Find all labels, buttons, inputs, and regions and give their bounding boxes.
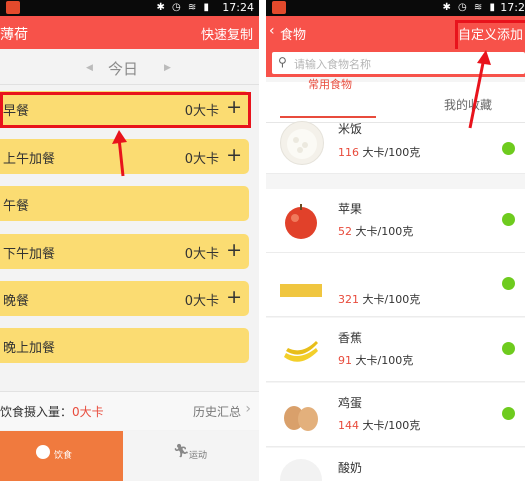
day-navigator: ◀ 今日 ▶ bbox=[0, 55, 259, 81]
food-name: 酸奶 bbox=[338, 461, 363, 475]
food-name: 鸡蛋 bbox=[338, 396, 363, 410]
food-kcal-number: 116 bbox=[338, 146, 359, 159]
pointer-arrow-icon bbox=[112, 130, 127, 177]
food-kcal-number: 91 bbox=[338, 354, 352, 367]
food-title: 食物 bbox=[280, 28, 307, 43]
back-icon[interactable]: ‹ bbox=[269, 23, 275, 39]
left-screen: ✱ ◷ ≋ ▮ 17:24 薄荷 快速复制 ◀ 今日 ▶ 早餐 0大卡 + 上午… bbox=[0, 0, 259, 481]
food-kcal-unit: 大卡/100克 bbox=[352, 225, 414, 238]
meal-calories: 0大卡 bbox=[184, 152, 219, 167]
food-item-apple[interactable]: 苹果 52 大卡/100克 bbox=[266, 189, 525, 253]
yogurt-image bbox=[280, 459, 322, 481]
apple-image bbox=[280, 200, 322, 242]
divider bbox=[0, 84, 259, 85]
app-title: 薄荷 bbox=[0, 27, 28, 43]
search-placeholder: 请输入食物名称 bbox=[294, 58, 371, 71]
food-image bbox=[280, 283, 322, 297]
food-item-banana[interactable]: 香蕉 91 大卡/100克 bbox=[266, 318, 525, 382]
food-kcal-number: 52 bbox=[338, 225, 352, 238]
highlight-box bbox=[0, 92, 251, 128]
status-bar: ✱ ◷ ≋ ▮ 17:24 bbox=[0, 0, 259, 16]
food-calories: 144 大卡/100克 bbox=[338, 417, 420, 433]
right-screen: ✱ ◷ ≋ ▮ 17:2 ‹ 食物 自定义添加 ⚲ 请输入食物名称 常用食物 我… bbox=[266, 0, 525, 481]
meal-row-dinner[interactable]: 晚餐 0大卡 + bbox=[0, 281, 249, 316]
meal-name: 午餐 bbox=[3, 199, 30, 214]
chevron-right-icon[interactable]: › bbox=[245, 401, 251, 417]
diet-icon bbox=[36, 445, 50, 459]
tab-diet[interactable]: 饮食 bbox=[0, 431, 123, 481]
food-kcal-unit: 大卡/100克 bbox=[352, 354, 414, 367]
meal-name: 下午加餐 bbox=[3, 247, 56, 262]
day-label: 今日 bbox=[108, 60, 139, 78]
intake-label: 饮食摄入量：0大卡 bbox=[0, 403, 104, 420]
tab-sport[interactable]: 🏃︎ 运动 bbox=[123, 431, 259, 481]
food-kcal-number: 144 bbox=[338, 419, 359, 432]
food-kcal-unit: 大卡/100克 bbox=[359, 146, 421, 159]
food-calories: 91 大卡/100克 bbox=[338, 352, 413, 368]
intake-label-text: 饮食摄入量： bbox=[0, 405, 73, 419]
active-tab-indicator bbox=[280, 116, 376, 118]
add-food-icon[interactable]: + bbox=[226, 238, 242, 262]
add-dot-icon[interactable] bbox=[502, 142, 515, 155]
status-bar: ✱ ◷ ≋ ▮ 17:2 bbox=[266, 0, 525, 16]
intake-summary: 饮食摄入量：0大卡 历史汇总 › bbox=[0, 391, 259, 430]
food-calories: 321 大卡/100克 bbox=[338, 291, 420, 307]
banana-image bbox=[280, 329, 322, 371]
food-calories: 116 大卡/100克 bbox=[338, 144, 420, 160]
history-summary-link[interactable]: 历史汇总 bbox=[193, 403, 241, 420]
meal-name: 上午加餐 bbox=[3, 152, 56, 167]
prev-day-icon[interactable]: ◀ bbox=[86, 63, 93, 73]
tab-common-foods[interactable]: 常用食物 bbox=[308, 76, 352, 92]
pointer-arrow-icon bbox=[468, 50, 491, 129]
meal-name: 晚上加餐 bbox=[3, 341, 56, 356]
add-food-icon[interactable]: + bbox=[226, 143, 242, 167]
food-kcal-number: 321 bbox=[338, 293, 359, 306]
tab-sport-label: 运动 bbox=[189, 451, 208, 461]
status-icons: ✱ ◷ ≋ ▮ bbox=[442, 2, 497, 13]
food-kcal-unit: 大卡/100克 bbox=[359, 419, 421, 432]
food-item-egg[interactable]: 鸡蛋 144 大卡/100克 bbox=[266, 383, 525, 447]
add-dot-icon[interactable] bbox=[502, 277, 515, 290]
next-day-icon[interactable]: ▶ bbox=[164, 63, 171, 73]
app-header: 薄荷 快速复制 bbox=[0, 16, 259, 49]
status-time: 17:24 bbox=[222, 1, 254, 14]
tab-diet-label: 饮食 bbox=[54, 451, 73, 461]
meal-row-night-snack[interactable]: 晚上加餐 bbox=[0, 328, 249, 363]
add-dot-icon[interactable] bbox=[502, 213, 515, 226]
meal-name: 晚餐 bbox=[3, 294, 30, 309]
quick-copy-button[interactable]: 快速复制 bbox=[201, 24, 253, 43]
food-name: 香蕉 bbox=[338, 331, 363, 345]
running-icon: 🏃︎ bbox=[173, 444, 190, 459]
meal-calories: 0大卡 bbox=[184, 294, 219, 309]
meal-calories: 0大卡 bbox=[184, 247, 219, 262]
app-notification-icon bbox=[272, 1, 286, 14]
search-icon: ⚲ bbox=[278, 55, 287, 69]
food-name: 米饭 bbox=[338, 122, 363, 136]
egg-image bbox=[280, 394, 322, 436]
meal-row-lunch[interactable]: 午餐 bbox=[0, 186, 249, 221]
app-notification-icon bbox=[6, 1, 20, 14]
food-calories: 52 大卡/100克 bbox=[338, 223, 413, 239]
intake-value: 0大卡 bbox=[72, 405, 104, 419]
add-dot-icon[interactable] bbox=[502, 342, 515, 355]
add-food-icon[interactable]: + bbox=[226, 285, 242, 309]
food-item-partial[interactable]: 321 大卡/100克 bbox=[266, 253, 525, 317]
food-name: 苹果 bbox=[338, 202, 363, 216]
meal-row-afternoon-snack[interactable]: 下午加餐 0大卡 + bbox=[0, 234, 249, 269]
rice-image bbox=[280, 121, 324, 165]
bottom-tab-bar: 饮食 🏃︎ 运动 bbox=[0, 431, 259, 481]
status-icons: ✱ ◷ ≋ ▮ bbox=[156, 2, 211, 13]
food-item-yogurt[interactable]: 酸奶 bbox=[266, 448, 525, 481]
status-time: 17:2 bbox=[500, 1, 525, 14]
add-dot-icon[interactable] bbox=[502, 407, 515, 420]
food-kcal-unit: 大卡/100克 bbox=[359, 293, 421, 306]
